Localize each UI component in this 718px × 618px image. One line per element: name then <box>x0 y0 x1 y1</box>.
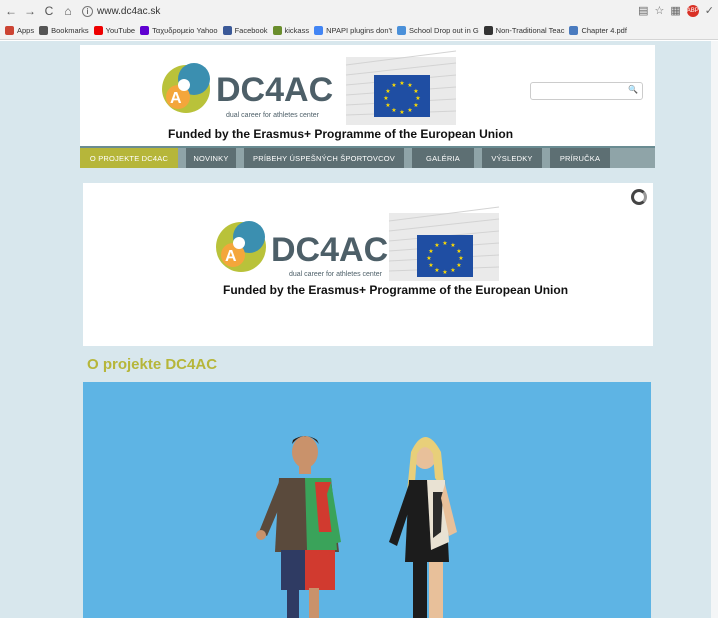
banner-logo-tagline: dual career for athletes center <box>289 271 383 278</box>
bookmark-favicon-icon <box>272 26 282 35</box>
search-input[interactable]: 🔍 <box>530 82 643 100</box>
menu-item[interactable]: PRÍBEHY ÚSPEŠNÝCH ŠPORTOVCOV <box>244 148 404 168</box>
bookmark-item[interactable]: Non-Traditional Teac <box>483 26 565 35</box>
check-icon[interactable]: ✓ <box>705 4 714 17</box>
svg-text:★: ★ <box>456 262 461 269</box>
url-text: www.dc4ac.sk <box>97 5 161 17</box>
svg-text:★: ★ <box>442 240 447 247</box>
bookmark-item[interactable]: Bookmarks <box>39 26 89 35</box>
svg-text:★: ★ <box>391 107 396 114</box>
svg-text:★: ★ <box>456 248 461 255</box>
svg-text:★: ★ <box>434 267 439 274</box>
svg-text:A: A <box>170 90 182 107</box>
bookmark-favicon-icon <box>39 26 49 35</box>
site-header: A DC4AC dual career for athletes center … <box>80 45 655 146</box>
bookmark-item[interactable]: Facebook <box>222 26 268 35</box>
bookmark-label: Chapter 4.pdf <box>581 26 627 35</box>
athletes-photo <box>83 382 651 618</box>
svg-text:★: ★ <box>407 107 412 114</box>
svg-text:★: ★ <box>399 80 404 87</box>
bookmark-label: Facebook <box>234 26 268 35</box>
bookmark-label: NPAPI plugins don't <box>326 26 393 35</box>
hero-banner: A DC4AC dual career for athletes center … <box>83 183 653 346</box>
search-icon[interactable]: 🔍 <box>628 85 638 94</box>
bookmark-label: Non-Traditional Teac <box>495 26 565 35</box>
svg-text:★: ★ <box>434 242 439 249</box>
menu-item[interactable]: VÝSLEDKY <box>482 148 542 168</box>
bookmark-label: Bookmarks <box>51 26 89 35</box>
bookmark-star-icon[interactable]: ☆ <box>655 4 665 17</box>
svg-text:A: A <box>225 248 237 265</box>
svg-text:★: ★ <box>428 262 433 269</box>
bookmark-item[interactable]: kickass <box>272 26 310 35</box>
menu-item[interactable]: PRÍRUČKA <box>550 148 610 168</box>
menu-item[interactable]: NOVINKY <box>186 148 236 168</box>
bookmark-favicon-icon <box>93 26 103 35</box>
adblock-icon[interactable]: ABP <box>686 4 699 17</box>
main-menu: O PROJEKTE DC4AC NOVINKY PRÍBEHY ÚSPEŠNÝCH… <box>80 146 655 168</box>
scrollbar[interactable] <box>711 41 718 618</box>
bookmark-favicon-icon <box>483 26 493 35</box>
banner-logo-name: DC4AC <box>271 231 388 269</box>
info-icon[interactable]: i <box>82 5 93 17</box>
svg-text:★: ★ <box>458 255 463 262</box>
extension-icon[interactable]: ▦ <box>670 4 680 17</box>
reload-button[interactable]: C <box>41 4 57 18</box>
home-button[interactable]: ⌂ <box>60 4 76 18</box>
svg-text:★: ★ <box>407 82 412 89</box>
header-funded-text: Funded by the Erasmus+ Programme of the … <box>168 127 513 141</box>
translate-icon[interactable]: ▤ <box>638 4 648 17</box>
menu-item[interactable]: O PROJEKTE DC4AC <box>80 148 178 168</box>
bookmark-label: Ταχυδρομείο Yahoo <box>152 26 218 35</box>
bookmark-favicon-icon <box>569 26 579 35</box>
svg-text:★: ★ <box>391 82 396 89</box>
bookmark-item[interactable]: Apps <box>5 26 34 35</box>
forward-button[interactable]: → <box>22 4 38 18</box>
bookmark-item[interactable]: School Drop out in G <box>397 26 479 35</box>
svg-text:★: ★ <box>385 102 390 109</box>
header-logo-tagline: dual career for athletes center <box>226 112 320 119</box>
bookmark-favicon-icon <box>397 26 407 35</box>
banner-funded-text: Funded by the Erasmus+ Programme of the … <box>223 283 568 297</box>
section-title: O projekte DC4AC <box>87 356 218 373</box>
bookmark-label: YouTube <box>105 26 136 35</box>
svg-text:★: ★ <box>426 255 431 262</box>
bookmark-item[interactable]: NPAPI plugins don't <box>314 26 392 35</box>
bookmark-label: Apps <box>17 26 35 35</box>
svg-text:★: ★ <box>383 95 388 102</box>
svg-text:★: ★ <box>415 95 420 102</box>
bookmark-label: kickass <box>284 26 310 35</box>
bookmark-item[interactable]: Chapter 4.pdf <box>569 26 627 35</box>
svg-text:★: ★ <box>442 269 447 276</box>
banner-logo: A DC4AC dual career for athletes center … <box>216 206 568 297</box>
loading-spinner-icon <box>631 189 647 205</box>
bookmark-favicon-icon <box>5 26 14 35</box>
browser-toolbar: ← → C ⌂ i www.dc4ac.sk ▤ ☆ ▦ ABP ✓ <box>0 0 718 22</box>
bookmark-item[interactable]: Ταχυδρομείο Yahoo <box>140 26 218 35</box>
back-button[interactable]: ← <box>3 4 19 18</box>
bookmark-favicon-icon <box>314 26 324 35</box>
svg-text:★: ★ <box>428 248 433 255</box>
browser-actions: ▤ ☆ ▦ ABP ✓ <box>638 4 714 17</box>
svg-text:★: ★ <box>385 88 390 95</box>
page-content: A DC4AC dual career for athletes center … <box>0 41 718 618</box>
menu-item[interactable]: GALÉRIA <box>412 148 474 168</box>
athletes-illustration <box>256 436 457 618</box>
bookmark-favicon-icon <box>222 26 232 35</box>
svg-text:★: ★ <box>413 102 418 109</box>
bookmark-label: School Drop out in G <box>409 26 479 35</box>
svg-text:★: ★ <box>450 242 455 249</box>
svg-text:★: ★ <box>450 267 455 274</box>
bookmark-favicon-icon <box>140 26 150 35</box>
header-logo-name: DC4AC <box>216 71 333 109</box>
bookmarks-bar: Apps Bookmarks YouTube Ταχυδρομείο Yahoo Fac… <box>0 22 718 40</box>
bookmark-item[interactable]: YouTube <box>93 26 136 35</box>
svg-text:★: ★ <box>399 109 404 116</box>
svg-text:★: ★ <box>413 88 418 95</box>
address-bar[interactable]: i www.dc4ac.sk <box>82 5 161 17</box>
